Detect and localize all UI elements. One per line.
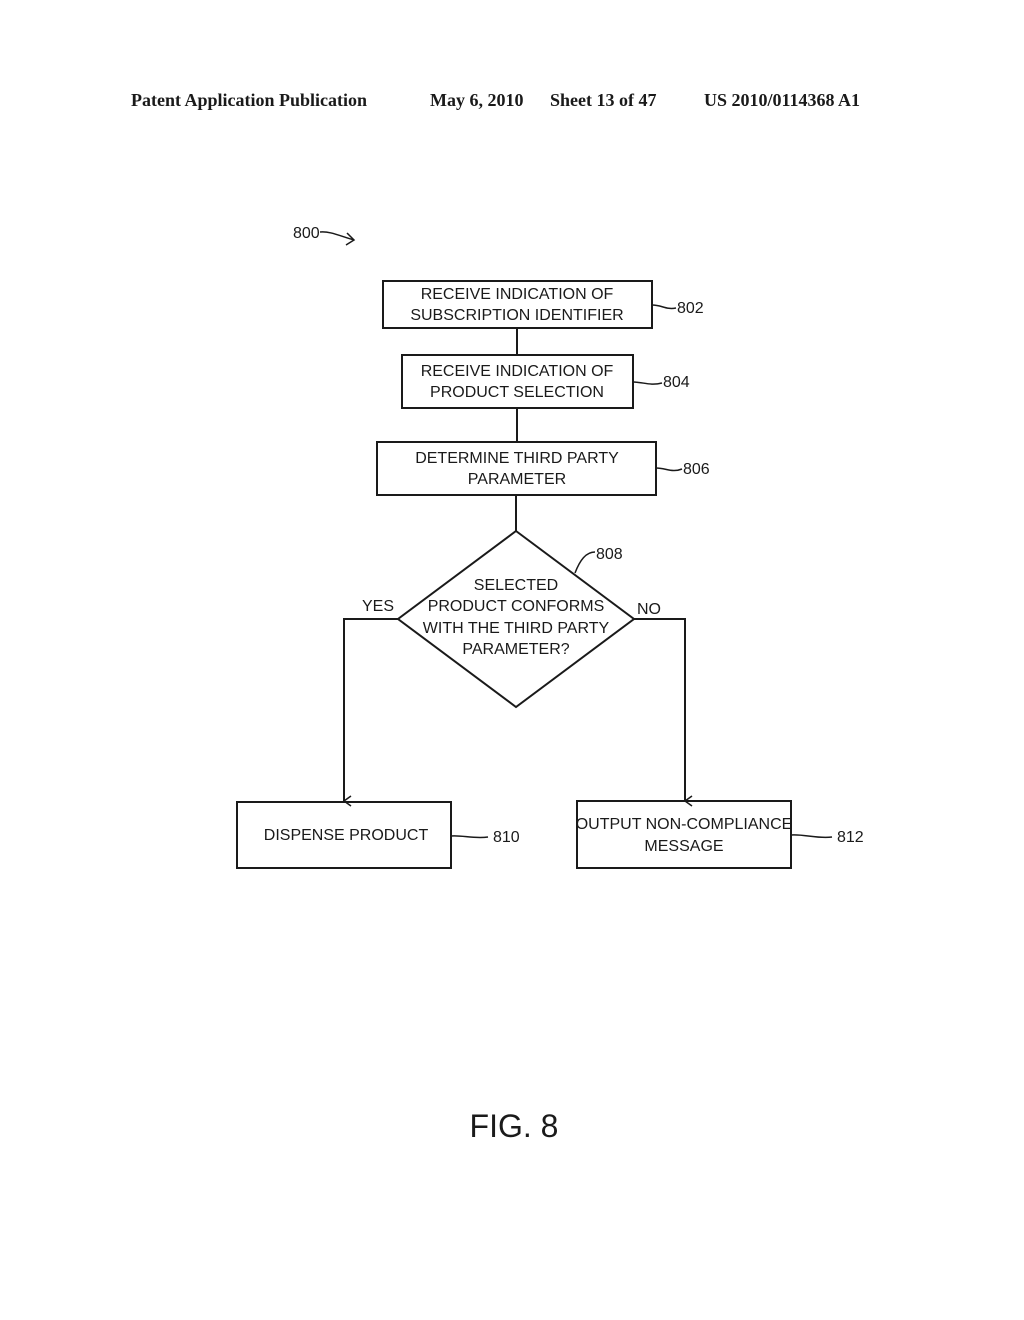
decision-808-line-4: PARAMETER? xyxy=(462,641,569,658)
decision-808-leader xyxy=(574,551,596,574)
step-806-leader xyxy=(655,467,683,472)
step-810-line-1: DISPENSE PRODUCT xyxy=(264,827,429,844)
step-812-box: OUTPUT NON-COMPLIANCE MESSAGE xyxy=(576,800,793,869)
step-810-box: DISPENSE PRODUCT xyxy=(236,801,452,869)
step-804-leader xyxy=(632,381,663,385)
step-806-box: DETERMINE THIRD PARTY PARAMETER xyxy=(376,441,657,496)
step-812-line-1: OUTPUT NON-COMPLIANCE xyxy=(576,816,793,833)
no-branch-label: NO xyxy=(637,601,661,618)
step-806-line-2: PARAMETER xyxy=(468,471,566,488)
decision-808-ref: 808 xyxy=(596,546,623,563)
step-812-ref: 812 xyxy=(837,829,864,846)
step-802-ref: 802 xyxy=(677,300,704,317)
decision-808-line-1: SELECTED xyxy=(474,577,558,594)
step-810-leader xyxy=(450,835,489,839)
step-804-box: RECEIVE INDICATION OF PRODUCT SELECTION xyxy=(401,354,634,409)
step-802-box: RECEIVE INDICATION OF SUBSCRIPTION IDENT… xyxy=(382,280,653,329)
figure-ref-label: 800 xyxy=(293,225,320,242)
no-branch-arrow xyxy=(634,618,693,807)
step-806-line-1: DETERMINE THIRD PARTY xyxy=(415,450,619,467)
yes-branch-arrow xyxy=(342,618,398,807)
step-810-ref: 810 xyxy=(493,829,520,846)
step-802-line-1: RECEIVE INDICATION OF xyxy=(421,286,614,303)
figure-caption: FIG. 8 xyxy=(470,1108,559,1144)
flowchart: 800 RECEIVE INDICATION OF SUBSCRIPTION I… xyxy=(236,225,864,1144)
decision-808-line-3: WITH THE THIRD PARTY xyxy=(423,620,610,637)
step-806-ref: 806 xyxy=(683,461,710,478)
step-804-ref: 804 xyxy=(663,374,690,391)
step-812-line-2: MESSAGE xyxy=(644,838,723,855)
step-804-line-1: RECEIVE INDICATION OF xyxy=(421,363,614,380)
step-802-leader xyxy=(651,304,677,310)
yes-branch-label: YES xyxy=(362,598,394,615)
step-804-line-2: PRODUCT SELECTION xyxy=(430,384,604,401)
decision-808-line-2: PRODUCT CONFORMS xyxy=(428,598,605,615)
step-812-leader xyxy=(790,834,833,839)
step-802-line-2: SUBSCRIPTION IDENTIFIER xyxy=(410,307,623,324)
